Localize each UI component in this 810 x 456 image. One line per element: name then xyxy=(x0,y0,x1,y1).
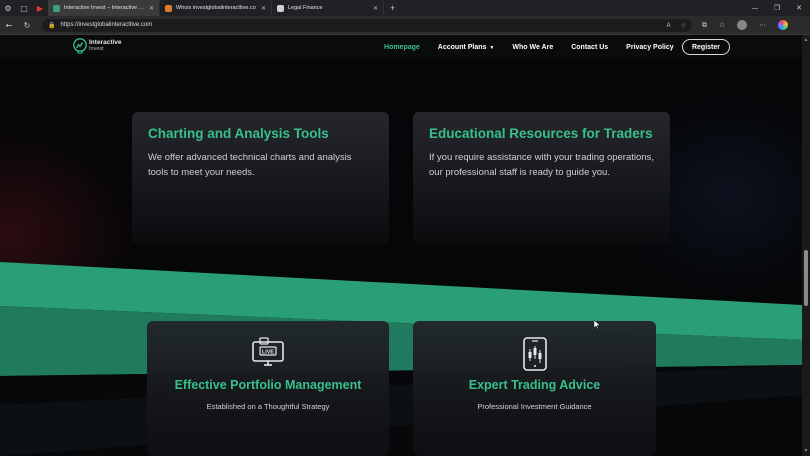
scrollbar-thumb[interactable] xyxy=(804,250,808,306)
url-text: https://investglobalinteracttive.com xyxy=(60,22,153,28)
reload-icon[interactable]: ↻ xyxy=(18,21,36,30)
nav-account-plans[interactable]: Account Plans ▼ xyxy=(438,44,495,51)
decorative-wave xyxy=(0,262,802,456)
service-card-portfolio: LIVE Effective Portfolio Management Esta… xyxy=(147,321,389,456)
window-controls: — ❐ ✕ xyxy=(744,4,810,12)
feature-card-charting: Charting and Analysis Tools We offer adv… xyxy=(132,112,389,244)
window-close-icon[interactable]: ✕ xyxy=(788,4,810,12)
main-menu: Homepage Account Plans ▼ Who We Are Conta… xyxy=(384,35,692,59)
scroll-up-icon[interactable]: ▲ xyxy=(802,37,810,43)
tab-title: Interactive Invest – Interactive Inv xyxy=(64,5,145,11)
browser-menu-icon[interactable]: ⚙ xyxy=(0,0,16,16)
minimize-icon[interactable]: — xyxy=(744,4,766,12)
nav-homepage[interactable]: Homepage xyxy=(384,44,420,51)
new-tab-icon[interactable]: + xyxy=(390,3,395,13)
tab-interactive-invest[interactable]: Interactive Invest – Interactive Inv ✕ xyxy=(48,0,160,16)
service-subtitle: Professional Investment Guidance xyxy=(477,402,592,411)
back-icon[interactable]: ← xyxy=(0,21,18,30)
logo-mark-icon xyxy=(73,38,87,54)
service-card-advice: Expert Trading Advice Professional Inves… xyxy=(413,321,656,456)
register-button[interactable]: Register xyxy=(682,39,730,55)
site-logo[interactable]: Interactive Invest xyxy=(73,38,122,54)
tab-favicon xyxy=(277,4,284,12)
more-options-icon[interactable]: ⋯ xyxy=(759,21,766,29)
browser-tab-strip: ⚙ ▢ ▶ Interactive Invest – Interactive I… xyxy=(0,0,810,16)
close-icon[interactable]: ✕ xyxy=(149,5,154,12)
feature-title: Charting and Analysis Tools xyxy=(148,126,329,141)
mouse-cursor-icon xyxy=(594,320,600,329)
tab-favicon xyxy=(53,4,60,12)
extensions-icon[interactable]: ⧉ xyxy=(702,21,707,30)
profile-avatar[interactable] xyxy=(737,20,748,30)
pinned-tab-icon[interactable]: ▶ xyxy=(32,0,48,16)
service-title: Expert Trading Advice xyxy=(468,378,601,392)
url-field[interactable]: 🔒 https://investglobalinteracttive.com A… xyxy=(42,18,692,32)
feature-card-education: Educational Resources for Traders If you… xyxy=(413,112,670,244)
feature-title: Educational Resources for Traders xyxy=(429,126,653,141)
tab-legal-finance[interactable]: Legal Finance ✕ xyxy=(272,0,384,16)
tab-favicon xyxy=(165,4,172,12)
favorite-star-icon[interactable]: ☆ xyxy=(681,22,686,29)
tab-title: Legal Finance xyxy=(288,5,323,11)
site-header: Interactive Invest Homepage Account Plan… xyxy=(0,35,802,59)
feature-text: If you require assistance with your trad… xyxy=(429,152,654,178)
close-icon[interactable]: ✕ xyxy=(261,5,266,12)
restore-icon[interactable]: ❐ xyxy=(766,4,788,12)
chevron-down-icon: ▼ xyxy=(489,44,495,51)
read-aloud-icon[interactable]: A xyxy=(667,22,671,29)
logo-text-line1: Interactive xyxy=(89,39,122,46)
address-bar: ← ↻ 🔒 https://investglobalinteracttive.c… xyxy=(0,16,810,35)
close-icon[interactable]: ✕ xyxy=(373,5,378,12)
copilot-icon[interactable] xyxy=(778,20,789,30)
feature-text: We offer advanced technical charts and a… xyxy=(148,152,352,178)
nav-account-plans-label: Account Plans xyxy=(437,43,487,51)
nav-who-we-are[interactable]: Who We Are xyxy=(512,44,553,51)
nav-contact-us[interactable]: Contact Us xyxy=(571,44,608,51)
live-monitor-icon: LIVE xyxy=(252,337,284,366)
lock-icon[interactable]: 🔒 xyxy=(48,22,55,29)
logo-text-line2: Invest xyxy=(89,46,104,52)
web-page: Interactive Invest Homepage Account Plan… xyxy=(0,35,802,456)
scroll-down-icon[interactable]: ▼ xyxy=(802,448,810,454)
phone-candlestick-icon xyxy=(522,337,547,371)
tab-actions-icon[interactable]: ▢ xyxy=(16,0,32,16)
favorites-icon[interactable]: ☆ xyxy=(719,21,725,29)
tab-title: Whois investglobalinteracttive.co xyxy=(176,5,256,11)
service-title: Effective Portfolio Management xyxy=(174,378,362,392)
nav-privacy-policy[interactable]: Privacy Policy xyxy=(626,44,673,51)
svg-text:LIVE: LIVE xyxy=(262,350,275,356)
tab-whois[interactable]: Whois investglobalinteracttive.co ✕ xyxy=(160,0,272,16)
page-scrollbar[interactable]: ▲ ▼ xyxy=(802,35,810,456)
service-subtitle: Established on a Thoughtful Strategy xyxy=(206,402,330,411)
